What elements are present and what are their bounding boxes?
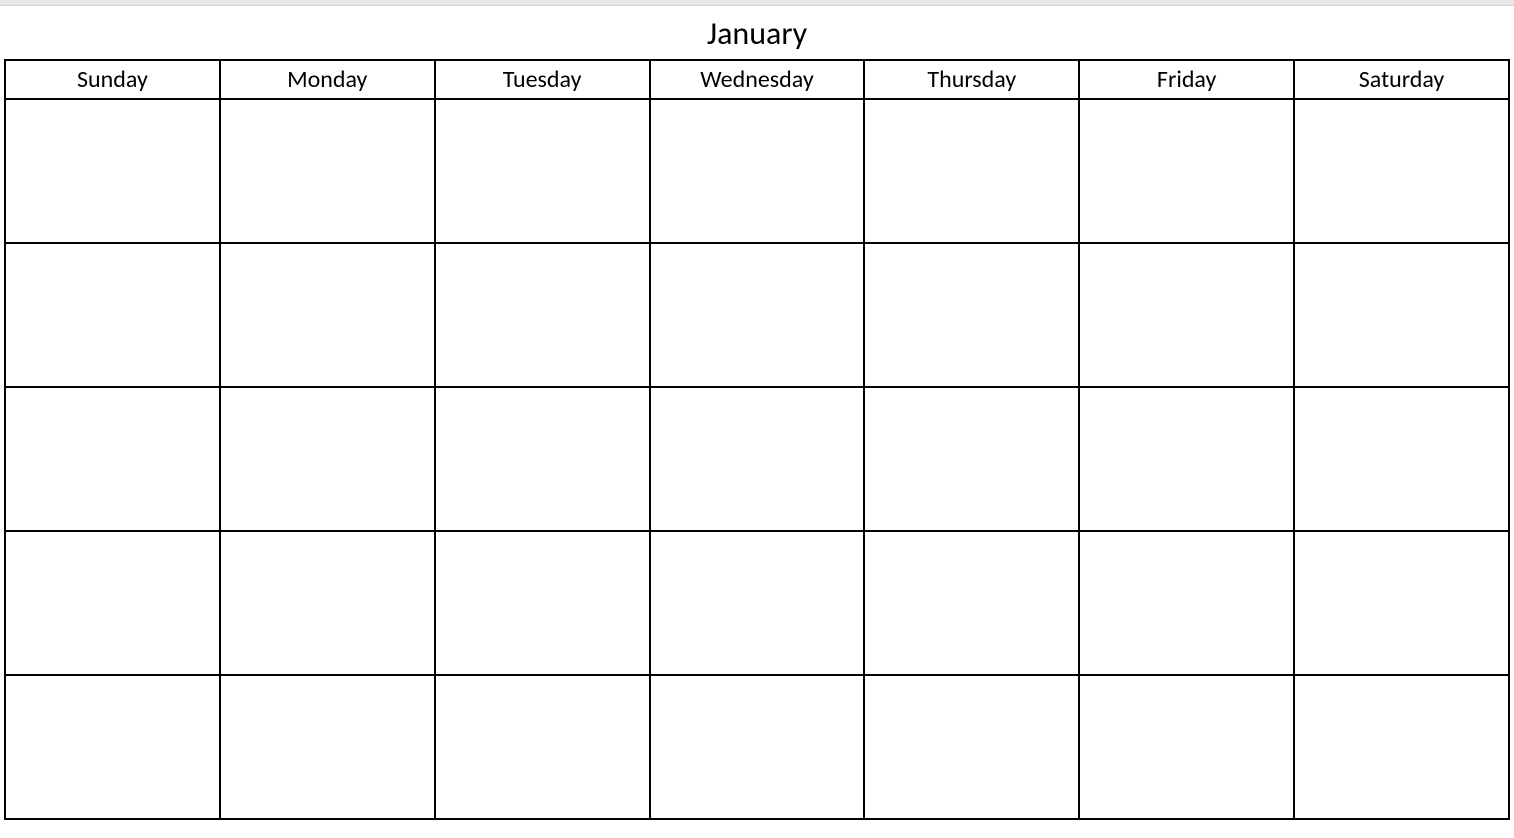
calendar-day-cell (864, 675, 1079, 819)
day-header-friday: Friday (1079, 60, 1294, 99)
calendar-day-cell (1079, 99, 1294, 243)
calendar-container: January Sunday Monday Tuesday Wednesday … (0, 6, 1514, 824)
calendar-week-row (5, 243, 1509, 387)
calendar-day-cell (864, 99, 1079, 243)
calendar-day-cell (435, 675, 650, 819)
calendar-body (5, 99, 1509, 819)
calendar-day-cell (650, 531, 865, 675)
calendar-grid: Sunday Monday Tuesday Wednesday Thursday… (4, 59, 1510, 820)
calendar-day-cell (1294, 99, 1509, 243)
day-header-tuesday: Tuesday (435, 60, 650, 99)
day-header-wednesday: Wednesday (650, 60, 865, 99)
calendar-week-row (5, 387, 1509, 531)
calendar-day-cell (1294, 531, 1509, 675)
calendar-day-cell (650, 99, 865, 243)
calendar-day-cell (1294, 243, 1509, 387)
calendar-day-cell (1079, 531, 1294, 675)
calendar-day-cell (1294, 675, 1509, 819)
calendar-day-cell (5, 99, 220, 243)
calendar-day-cell (864, 243, 1079, 387)
calendar-day-cell (5, 531, 220, 675)
calendar-day-cell (220, 675, 435, 819)
calendar-day-cell (1079, 243, 1294, 387)
day-header-saturday: Saturday (1294, 60, 1509, 99)
calendar-day-cell (1079, 387, 1294, 531)
calendar-day-cell (435, 99, 650, 243)
calendar-day-cell (1079, 675, 1294, 819)
calendar-day-cell (5, 387, 220, 531)
month-title: January (4, 6, 1510, 59)
calendar-day-cell (1294, 387, 1509, 531)
calendar-day-cell (650, 675, 865, 819)
calendar-day-cell (864, 387, 1079, 531)
calendar-day-cell (220, 531, 435, 675)
calendar-day-cell (650, 387, 865, 531)
calendar-day-cell (435, 387, 650, 531)
calendar-week-row (5, 99, 1509, 243)
calendar-day-cell (5, 675, 220, 819)
day-header-monday: Monday (220, 60, 435, 99)
calendar-day-cell (5, 243, 220, 387)
calendar-day-cell (864, 531, 1079, 675)
calendar-day-cell (435, 243, 650, 387)
calendar-day-cell (220, 387, 435, 531)
calendar-day-cell (650, 243, 865, 387)
calendar-week-row (5, 675, 1509, 819)
day-header-thursday: Thursday (864, 60, 1079, 99)
calendar-header-row: Sunday Monday Tuesday Wednesday Thursday… (5, 60, 1509, 99)
calendar-day-cell (220, 243, 435, 387)
calendar-day-cell (220, 99, 435, 243)
calendar-week-row (5, 531, 1509, 675)
day-header-sunday: Sunday (5, 60, 220, 99)
calendar-day-cell (435, 531, 650, 675)
